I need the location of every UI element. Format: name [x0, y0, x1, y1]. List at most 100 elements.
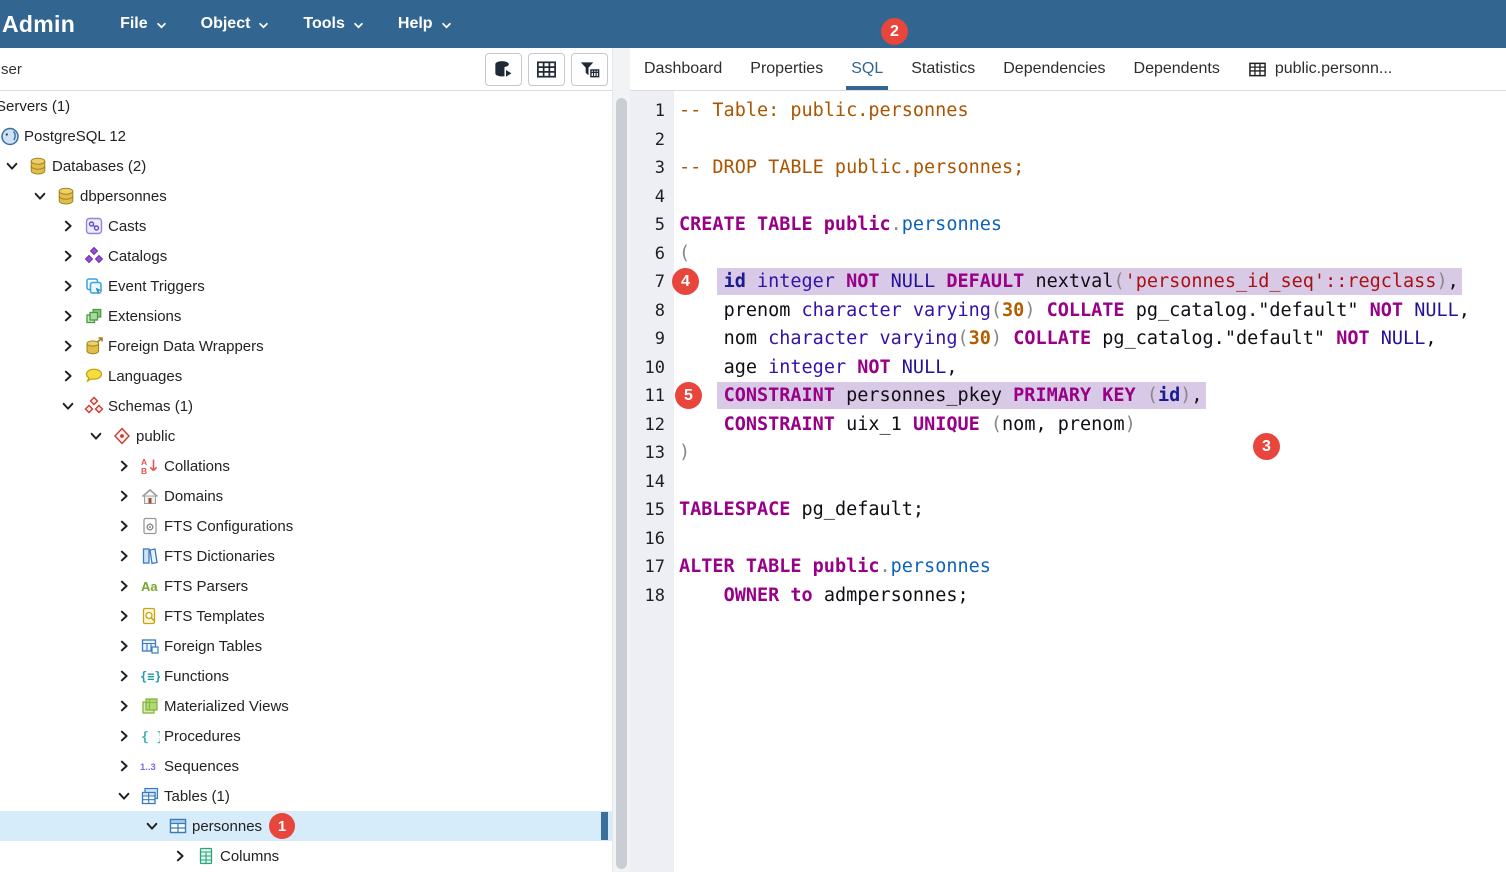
tree-scrollbar-thumb[interactable]	[616, 98, 627, 869]
tab-properties[interactable]: Properties	[736, 48, 837, 90]
chevron-down-icon[interactable]	[89, 429, 112, 443]
chevron-right-icon[interactable]	[117, 549, 140, 563]
svg-text:{≡}: {≡}	[140, 670, 160, 684]
tab-statistics[interactable]: Statistics	[897, 48, 989, 90]
tree-item-event-triggers[interactable]: Event Triggers	[0, 271, 612, 301]
tree-item-domains[interactable]: Domains	[0, 481, 612, 511]
chevron-right-icon[interactable]	[117, 519, 140, 533]
tab-dashboard[interactable]: Dashboard	[630, 48, 736, 90]
tab-dependents[interactable]: Dependents	[1120, 48, 1234, 90]
menu-help[interactable]: Help	[381, 0, 469, 48]
tree-item-languages[interactable]: Languages	[0, 361, 612, 391]
tab-dependencies[interactable]: Dependencies	[989, 48, 1119, 90]
chevron-right-icon[interactable]	[117, 759, 140, 773]
browser-panel-header: ser	[0, 48, 612, 91]
chevron-down-icon[interactable]	[145, 819, 168, 833]
query-tool-button[interactable]	[528, 53, 565, 86]
grid-icon	[535, 58, 558, 81]
tree-item-catalogs[interactable]: Catalogs	[0, 241, 612, 271]
chevron-right-icon[interactable]	[117, 639, 140, 653]
tree-item-tables-1[interactable]: Tables (1)	[0, 781, 612, 811]
filtered-rows-button[interactable]	[571, 53, 608, 86]
sql-code-area[interactable]: -- Table: public.personnes-- DROP TABLE …	[674, 91, 1506, 872]
chevron-down-icon[interactable]	[117, 789, 140, 803]
chevron-right-icon[interactable]	[61, 249, 84, 263]
tree-item-label: Casts	[108, 218, 146, 235]
code-line-14	[679, 468, 1506, 497]
chevron-right-icon[interactable]	[117, 669, 140, 683]
menu-file[interactable]: File	[103, 0, 184, 48]
code-line-9: nom character varying(30) COLLATE pg_cat…	[679, 325, 1506, 354]
main-panel: DashboardPropertiesSQLStatisticsDependen…	[630, 48, 1506, 872]
chevron-right-icon[interactable]	[117, 699, 140, 713]
tree-item-label: Languages	[108, 368, 182, 385]
tree-item-schemas-1[interactable]: Schemas (1)	[0, 391, 612, 421]
chevron-down-icon[interactable]	[5, 159, 28, 173]
chevron-right-icon[interactable]	[117, 609, 140, 623]
tree-item-extensions[interactable]: Extensions	[0, 301, 612, 331]
menu-label: Tools	[303, 15, 344, 33]
chevron-right-icon[interactable]	[117, 459, 140, 473]
line-number: 1	[630, 97, 674, 126]
sql-editor[interactable]: 123456789101112131415161718 -- Table: pu…	[630, 91, 1506, 872]
code-line-16	[679, 525, 1506, 554]
tab-label: Dependents	[1134, 60, 1220, 78]
filter-table-icon	[578, 58, 601, 81]
tree-item-label: FTS Configurations	[164, 518, 293, 535]
chevron-right-icon[interactable]	[61, 339, 84, 353]
tree-item-procedures[interactable]: { } Procedures	[0, 721, 612, 751]
tree-item-label: Tables (1)	[164, 788, 230, 805]
code-line-15: TABLESPACE pg_default;	[679, 496, 1506, 525]
tab-bar: DashboardPropertiesSQLStatisticsDependen…	[630, 48, 1506, 91]
chevron-right-icon[interactable]	[61, 219, 84, 233]
tree-item-personnes[interactable]: personnes 1	[0, 811, 612, 841]
svg-text:{ }: { }	[141, 730, 160, 745]
callout-badge-1: 1	[269, 813, 295, 839]
chevron-down-icon[interactable]	[33, 189, 56, 203]
table-grid-icon	[1248, 61, 1267, 78]
tree-item-postgresql-12[interactable]: PostgreSQL 12	[0, 121, 612, 151]
tree-item-foreign-data-wrappers[interactable]: Foreign Data Wrappers	[0, 331, 612, 361]
tree-item-materialized-views[interactable]: Materialized Views	[0, 691, 612, 721]
menu-tools[interactable]: Tools	[286, 0, 380, 48]
chevron-right-icon[interactable]	[117, 489, 140, 503]
view-data-button[interactable]	[485, 53, 522, 86]
tree-item-label: Event Triggers	[108, 278, 205, 295]
tree-item-columns[interactable]: Columns	[0, 841, 612, 871]
tree-item-fts-configurations[interactable]: FTS Configurations	[0, 511, 612, 541]
tab-sql[interactable]: SQL	[837, 48, 897, 90]
code-line-5: CREATE TABLE public.personnes	[679, 211, 1506, 240]
tree-item-fts-templates[interactable]: FTS Templates	[0, 601, 612, 631]
code-line-3: -- DROP TABLE public.personnes;	[679, 154, 1506, 183]
tree-item-databases-2[interactable]: Databases (2)	[0, 151, 612, 181]
chevron-right-icon[interactable]	[61, 369, 84, 383]
chevron-right-icon[interactable]	[173, 849, 196, 863]
tree-item-public[interactable]: public	[0, 421, 612, 451]
callout-badge-4: 4	[672, 268, 699, 295]
tab-public-personn[interactable]: public.personn...	[1234, 48, 1406, 90]
menu-label: Help	[398, 15, 433, 33]
tree-item-label: personnes	[192, 818, 262, 835]
tree-item-sequences[interactable]: 1..3Sequences	[0, 751, 612, 781]
tree-item-label: Foreign Data Wrappers	[108, 338, 264, 355]
chevron-right-icon[interactable]	[117, 729, 140, 743]
tree-item-functions[interactable]: {≡}Functions	[0, 661, 612, 691]
chevron-right-icon[interactable]	[61, 309, 84, 323]
menu-object[interactable]: Object	[184, 0, 287, 48]
chevron-down-icon[interactable]	[61, 399, 84, 413]
chevron-right-icon[interactable]	[117, 579, 140, 593]
line-number: 12	[630, 411, 674, 440]
tree-item-dbpersonnes[interactable]: dbpersonnes	[0, 181, 612, 211]
tree-item-fts-parsers[interactable]: AaFTS Parsers	[0, 571, 612, 601]
line-number: 6	[630, 240, 674, 269]
tree-item-servers-1[interactable]: Servers (1)	[0, 91, 612, 121]
tree-item-collations[interactable]: ABCollations	[0, 451, 612, 481]
tree-item-casts[interactable]: Casts	[0, 211, 612, 241]
tree-item-label: Procedures	[164, 728, 241, 745]
tree-item-label: Columns	[220, 848, 279, 865]
chevron-right-icon[interactable]	[61, 279, 84, 293]
extensions-icon	[84, 306, 106, 326]
tree-item-fts-dictionaries[interactable]: FTS Dictionaries	[0, 541, 612, 571]
tree-item-foreign-tables[interactable]: Foreign Tables	[0, 631, 612, 661]
code-line-12: CONSTRAINT uix_1 UNIQUE (nom, prenom)	[679, 411, 1506, 440]
